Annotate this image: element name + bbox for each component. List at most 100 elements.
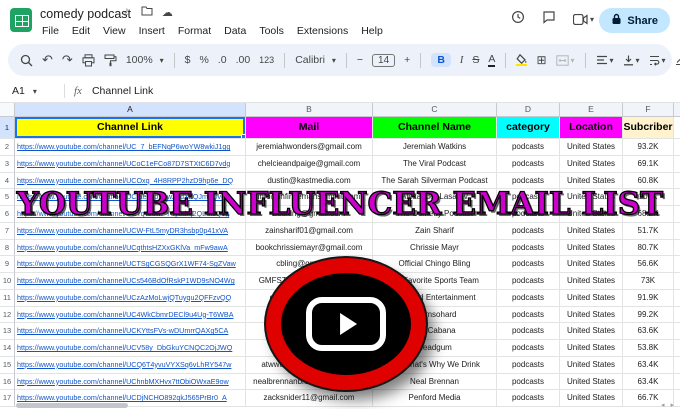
channel-link-cell[interactable]: https://www.youtube.com/channel/UCW-FtL5…: [15, 222, 246, 240]
subscriber-cell[interactable]: 80.7K: [623, 239, 674, 257]
channel-link[interactable]: https://www.youtube.com/channel/UCKYttsF…: [17, 326, 228, 335]
channel-link[interactable]: https://www.youtube.com/channel/UCDjNCHO…: [17, 393, 227, 402]
row-header-13[interactable]: 13: [0, 323, 15, 340]
fill-color-button[interactable]: [516, 54, 528, 66]
menu-edit[interactable]: Edit: [66, 24, 96, 38]
row-header-15[interactable]: 15: [0, 356, 15, 374]
location-cell[interactable]: United States: [560, 289, 623, 307]
channel-link[interactable]: https://www.youtube.com/channel/UCQ6T4yv…: [17, 360, 231, 369]
channel-name-cell[interactable]: Chrissie Mayr: [373, 239, 497, 257]
channel-link[interactable]: https://www.youtube.com/channel/UChnbMXH…: [17, 377, 229, 386]
subscriber-cell[interactable]: 63.4K: [623, 373, 674, 391]
bold-button[interactable]: B: [431, 53, 451, 67]
location-cell[interactable]: United States: [560, 356, 623, 374]
subscriber-cell[interactable]: 53.8K: [623, 340, 674, 357]
channel-name-cell[interactable]: The Viral Podcast: [373, 155, 497, 173]
category-cell[interactable]: podcasts: [497, 323, 560, 340]
location-cell[interactable]: United States: [560, 139, 623, 156]
move-folder-icon[interactable]: [141, 6, 153, 19]
channel-name-cell[interactable]: Jeremiah Watkins: [373, 139, 497, 156]
menu-extensions[interactable]: Extensions: [291, 24, 354, 38]
mail-cell[interactable]: bookchrissiemayr@gmail.com: [246, 239, 373, 257]
channel-link-cell[interactable]: https://www.youtube.com/channel/UCQ6T4yv…: [15, 356, 246, 374]
category-cell[interactable]: podcasts: [497, 356, 560, 374]
strikethrough-button[interactable]: S: [472, 54, 479, 66]
column-header-b[interactable]: B: [246, 103, 373, 117]
row-header-14[interactable]: 14: [0, 340, 15, 357]
channel-link[interactable]: https://www.youtube.com/channel/UCTSgCGS…: [17, 259, 236, 268]
subscriber-cell[interactable]: 91.9K: [623, 289, 674, 307]
horizontal-scrollbar[interactable]: [16, 403, 128, 408]
header-cell-channel-name[interactable]: Channel Name: [373, 117, 497, 139]
column-header-d[interactable]: D: [497, 103, 560, 117]
menu-tools[interactable]: Tools: [253, 24, 290, 38]
select-all-corner[interactable]: [0, 103, 15, 117]
text-wrap-button[interactable]: ▾: [649, 55, 666, 66]
location-cell[interactable]: United States: [560, 239, 623, 257]
column-header-a[interactable]: A: [15, 103, 246, 117]
search-icon[interactable]: [20, 54, 33, 67]
location-cell[interactable]: United States: [560, 273, 623, 290]
channel-name-cell[interactable]: Zain Sharif: [373, 222, 497, 240]
mail-cell[interactable]: zainsharif01@gmail.com: [246, 222, 373, 240]
subscriber-cell[interactable]: 99.2K: [623, 306, 674, 324]
category-cell[interactable]: podcasts: [497, 273, 560, 290]
mail-cell[interactable]: jeremiahwonders@gmail.com: [246, 139, 373, 156]
row-header-7[interactable]: 7: [0, 222, 15, 240]
cloud-status-icon[interactable]: ☁: [162, 6, 173, 19]
location-cell[interactable]: United States: [560, 256, 623, 273]
hscroll-arrows[interactable]: ◂ ▸: [661, 401, 676, 409]
column-header-e[interactable]: E: [560, 103, 623, 117]
text-rotation-button[interactable]: ▾: [675, 55, 680, 66]
subscriber-cell[interactable]: 51.7K: [623, 222, 674, 240]
channel-link[interactable]: https://www.youtube.com/channel/UCOxq_4H…: [17, 176, 233, 185]
mail-cell[interactable]: chelcieandpaige@gmail.com: [246, 155, 373, 173]
category-cell[interactable]: podcasts: [497, 222, 560, 240]
category-cell[interactable]: podcasts: [497, 155, 560, 173]
meet-icon[interactable]: ▾: [572, 14, 594, 25]
increase-font-size-button[interactable]: +: [404, 54, 410, 66]
channel-link[interactable]: https://www.youtube.com/channel/UC_7_bEF…: [17, 142, 230, 151]
zoom-select[interactable]: 100% ▾: [126, 54, 164, 66]
name-box[interactable]: A1 ▾: [0, 85, 64, 97]
star-icon[interactable]: ☆: [122, 6, 132, 19]
menu-help[interactable]: Help: [355, 24, 389, 38]
subscriber-cell[interactable]: 93.2K: [623, 139, 674, 156]
vertical-align-button[interactable]: ▾: [623, 55, 640, 66]
location-cell[interactable]: United States: [560, 373, 623, 391]
row-header-12[interactable]: 12: [0, 306, 15, 324]
document-title[interactable]: comedy podcast: [40, 7, 131, 21]
text-color-button[interactable]: A: [488, 53, 496, 67]
category-cell[interactable]: podcasts: [497, 306, 560, 324]
formula-input[interactable]: Channel Link: [92, 85, 153, 97]
channel-link[interactable]: https://www.youtube.com/channel/UCV58y_D…: [17, 343, 232, 352]
location-cell[interactable]: United States: [560, 222, 623, 240]
category-cell[interactable]: podcasts: [497, 256, 560, 273]
sheets-logo-icon[interactable]: [10, 8, 32, 32]
share-button[interactable]: Share: [599, 8, 670, 33]
row-header-9[interactable]: 9: [0, 256, 15, 273]
channel-link-cell[interactable]: https://www.youtube.com/channel/UCKYttsF…: [15, 323, 246, 340]
location-cell[interactable]: United States: [560, 390, 623, 407]
row-header-2[interactable]: 2: [0, 139, 15, 156]
channel-link-cell[interactable]: https://www.youtube.com/channel/UCTSgCGS…: [15, 256, 246, 273]
selection-handle[interactable]: [241, 134, 245, 138]
more-formats-button[interactable]: 123: [259, 55, 274, 65]
menu-data[interactable]: Data: [218, 24, 252, 38]
header-cell-channel-link[interactable]: Channel Link: [15, 117, 246, 139]
undo-icon[interactable]: ↶: [42, 52, 53, 68]
mail-cell[interactable]: zacksnider11@gmail.com: [246, 390, 373, 407]
location-cell[interactable]: United States: [560, 323, 623, 340]
header-cell-location[interactable]: Location: [560, 117, 623, 139]
format-percent-button[interactable]: %: [199, 54, 208, 66]
column-header-f[interactable]: F: [623, 103, 674, 117]
header-cell-mail[interactable]: Mail: [246, 117, 373, 139]
paint-format-icon[interactable]: [104, 54, 117, 67]
channel-link[interactable]: https://www.youtube.com/channel/UCW-FtL5…: [17, 226, 228, 235]
channel-link-cell[interactable]: https://www.youtube.com/channel/UCs546Bd…: [15, 273, 246, 290]
channel-link-cell[interactable]: https://www.youtube.com/channel/UChnbMXH…: [15, 373, 246, 391]
redo-icon[interactable]: ↷: [62, 52, 73, 68]
category-cell[interactable]: podcasts: [497, 340, 560, 357]
decrease-decimals-button[interactable]: .0: [218, 54, 227, 66]
location-cell[interactable]: United States: [560, 306, 623, 324]
